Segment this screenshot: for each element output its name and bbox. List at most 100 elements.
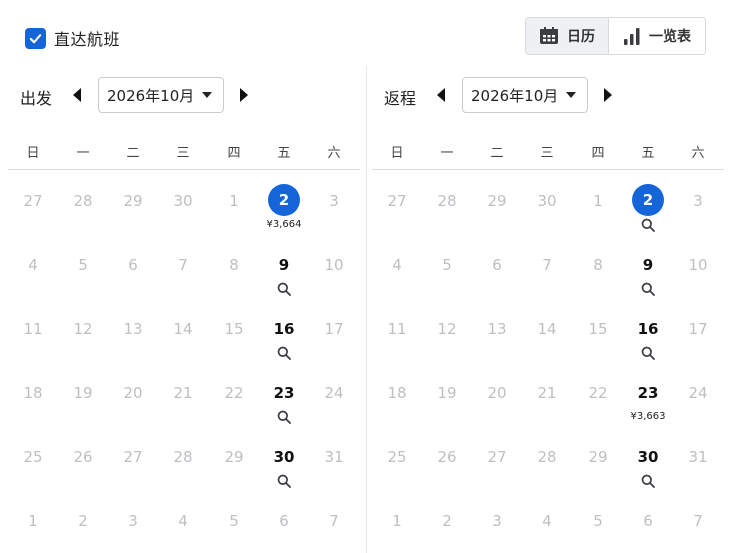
departure-calendar: 出发 2026年10月 日一二三四五六 27 28 29 30 1 2 ¥3,664 3 4 5 6… xyxy=(8,68,360,553)
calendar-day-selected[interactable]: 2 ¥3,664 xyxy=(262,170,306,230)
departure-next-month-button[interactable] xyxy=(234,85,254,105)
calendar-day-disabled: 28 xyxy=(425,170,469,230)
calendar-day-disabled: 27 xyxy=(475,426,519,486)
return-next-month-button[interactable] xyxy=(598,85,618,105)
day-number: 6 xyxy=(492,256,502,274)
calendar-day-disabled: 4 xyxy=(525,490,569,550)
calendar-day-disabled: 1 xyxy=(375,490,419,550)
calendar-day-disabled: 30 xyxy=(161,170,205,230)
weekday-label: 日 xyxy=(390,146,404,161)
departure-label: 出发 xyxy=(20,89,53,108)
list-view-label: 一览表 xyxy=(649,29,691,45)
day-number: 5 xyxy=(442,256,452,274)
day-number: 25 xyxy=(387,448,407,466)
day-number: 6 xyxy=(279,512,289,530)
weekday-label: 三 xyxy=(176,146,190,161)
calendar-day-disabled: 6 xyxy=(475,234,519,294)
day-number: 31 xyxy=(324,448,344,466)
day-number: 26 xyxy=(437,448,457,466)
calendar-day-available[interactable]: 16 xyxy=(626,298,670,360)
weekday-label: 六 xyxy=(691,146,705,161)
day-number: 23 xyxy=(273,384,295,402)
calendar-day-disabled: 28 xyxy=(61,170,105,230)
calendar-day-disabled: 31 xyxy=(676,426,720,486)
calendar-day-disabled: 5 xyxy=(212,490,256,550)
calendar-day-disabled: 24 xyxy=(676,362,720,422)
day-number: 3 xyxy=(693,192,703,210)
departure-weekday-header: 日一二三四五六 xyxy=(8,142,360,162)
triangle-left-icon xyxy=(437,88,445,102)
weekday-label: 三 xyxy=(540,146,554,161)
day-number: 6 xyxy=(643,512,653,530)
magnifier-icon xyxy=(641,217,655,232)
calendar-day-disabled: 10 xyxy=(676,234,720,294)
calendar-day-disabled: 19 xyxy=(425,362,469,422)
day-number: 17 xyxy=(688,320,708,338)
calendar-day-available[interactable]: 9 xyxy=(262,234,306,296)
calendar-day-disabled: 19 xyxy=(61,362,105,422)
calendar-day-available[interactable]: 30 xyxy=(262,426,306,488)
calendar-day-disabled: 3 xyxy=(475,490,519,550)
day-number: 27 xyxy=(487,448,507,466)
calendar-day-disabled: 3 xyxy=(111,490,155,550)
day-number: 3 xyxy=(128,512,138,530)
calendar-day-disabled: 29 xyxy=(111,170,155,230)
departure-prev-month-button[interactable] xyxy=(67,85,87,105)
calendar-day-available[interactable]: 23 xyxy=(262,362,306,424)
calendar-day-disabled: 25 xyxy=(11,426,55,486)
calendar-day-available[interactable]: 30 xyxy=(626,426,670,488)
calendar-day-disabled: 21 xyxy=(161,362,205,422)
list-view-button[interactable]: 一览表 xyxy=(609,18,705,54)
weekday-label: 二 xyxy=(490,146,504,161)
calendar-day-disabled: 7 xyxy=(525,234,569,294)
calendar-day-disabled: 20 xyxy=(111,362,155,422)
return-header: 返程 2026年10月 xyxy=(372,77,724,113)
calendar-day-selected[interactable]: 2 xyxy=(626,170,670,232)
weekday-label: 一 xyxy=(76,146,90,161)
calendar-day-disabled: 15 xyxy=(576,298,620,358)
day-number: 18 xyxy=(23,384,43,402)
calendar-day-disabled: 20 xyxy=(475,362,519,422)
chevron-down-icon xyxy=(566,92,576,98)
calendar-day-disabled: 24 xyxy=(312,362,356,422)
calendar-day-disabled: 1 xyxy=(11,490,55,550)
return-month-value: 2026年10月 xyxy=(471,86,559,105)
day-number: 10 xyxy=(324,256,344,274)
calendar-day-disabled: 14 xyxy=(161,298,205,358)
day-number: 7 xyxy=(542,256,552,274)
departure-month-value: 2026年10月 xyxy=(107,86,195,105)
calendar-day-disabled: 26 xyxy=(61,426,105,486)
calendar-day-disabled: 8 xyxy=(576,234,620,294)
calendar-day-disabled: 31 xyxy=(312,426,356,486)
calendar-day-disabled: 5 xyxy=(61,234,105,294)
view-toggle: 日历 一览表 xyxy=(525,17,706,55)
day-number: 1 xyxy=(28,512,38,530)
calendar-day-disabled: 5 xyxy=(576,490,620,550)
weekday-label: 六 xyxy=(327,146,341,161)
day-number: 24 xyxy=(324,384,344,402)
day-number: 6 xyxy=(128,256,138,274)
return-month-select[interactable]: 2026年10月 xyxy=(462,77,588,113)
calendar-icon xyxy=(540,27,558,44)
calendar-day-disabled: 11 xyxy=(11,298,55,358)
day-number: 20 xyxy=(487,384,507,402)
top-bar: 直达航班 日历 一览表 xyxy=(0,0,732,68)
direct-flight-checkbox[interactable] xyxy=(25,27,46,49)
calendar-day-available[interactable]: 23 ¥3,663 xyxy=(626,362,670,422)
direct-flight-toggle[interactable]: 直达航班 xyxy=(25,26,120,50)
departure-month-select[interactable]: 2026年10月 xyxy=(98,77,224,113)
day-number: 17 xyxy=(324,320,344,338)
return-prev-month-button[interactable] xyxy=(431,85,451,105)
calendar-day-available[interactable]: 9 xyxy=(626,234,670,296)
calendar-day-disabled: 3 xyxy=(676,170,720,230)
calendar-day-disabled: 1 xyxy=(576,170,620,230)
day-number: 28 xyxy=(173,448,193,466)
calendar-day-disabled: 22 xyxy=(212,362,256,422)
calendar-day-disabled: 7 xyxy=(312,490,356,550)
day-number: 23 xyxy=(637,384,659,402)
calendar-view-button[interactable]: 日历 xyxy=(526,18,609,54)
calendar-day-disabled: 27 xyxy=(111,426,155,486)
calendar-day-disabled: 18 xyxy=(375,362,419,422)
weekday-label: 五 xyxy=(277,146,291,161)
calendar-day-available[interactable]: 16 xyxy=(262,298,306,360)
